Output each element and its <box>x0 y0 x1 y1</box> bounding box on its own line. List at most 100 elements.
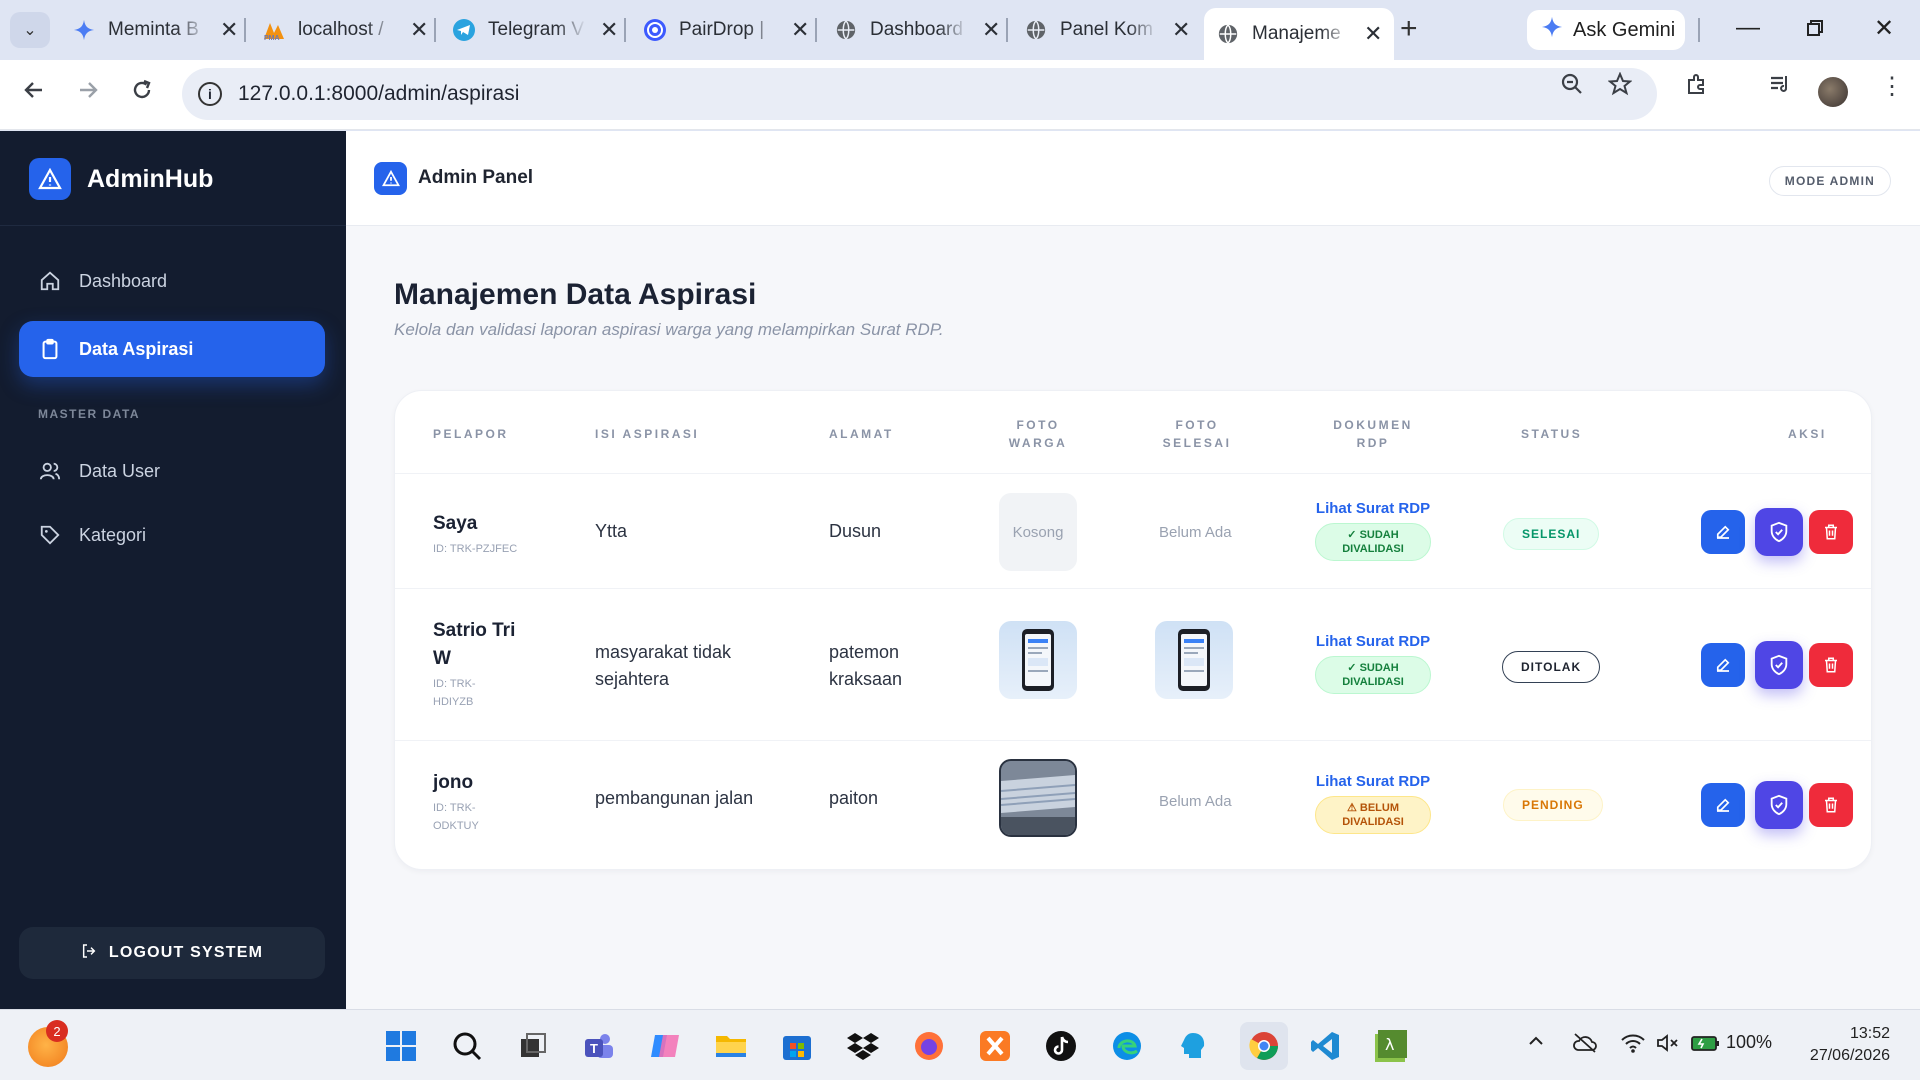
edit-button[interactable] <box>1701 643 1745 687</box>
browser-tab-active[interactable]: Manajeme ✕ <box>1204 8 1395 60</box>
aspirasi-table: PELAPOR ISI ASPIRASI ALAMAT FOTO WARGA F… <box>394 390 1872 870</box>
edit-button[interactable] <box>1701 510 1745 554</box>
browser-tab[interactable]: Telegram V ✕ <box>452 10 618 50</box>
pelapor-name: Saya <box>433 513 478 534</box>
brand[interactable]: AdminHub <box>29 158 213 200</box>
pelapor-id: ID: TRK- HDIYZB <box>433 675 515 711</box>
rdp-validation-line: DIVALIDASI <box>1342 543 1404 555</box>
close-window-icon[interactable]: ✕ <box>1874 14 1894 43</box>
zoom-icon[interactable] <box>1560 72 1584 103</box>
battery-icon[interactable] <box>1690 1032 1722 1059</box>
globe-icon <box>1024 18 1048 42</box>
edit-button[interactable] <box>1701 783 1745 827</box>
windows-start-icon[interactable] <box>382 1027 420 1065</box>
alamat-cell: paiton <box>829 788 879 808</box>
pelapor-id-line: ID: TRK- <box>433 678 476 690</box>
terminal-lambda-icon[interactable]: λ <box>1372 1027 1410 1065</box>
microsoft-store-icon[interactable] <box>778 1027 816 1065</box>
close-icon[interactable]: ✕ <box>410 17 428 43</box>
copilot-icon[interactable] <box>646 1027 684 1065</box>
extensions-icon[interactable] <box>1685 72 1709 103</box>
teams-icon[interactable]: T <box>580 1027 618 1065</box>
close-icon[interactable]: ✕ <box>220 17 238 43</box>
sidebar-item-label: Data User <box>79 460 161 481</box>
restore-icon[interactable] <box>1806 16 1824 44</box>
lihat-surat-rdp-link[interactable]: Lihat Surat RDP <box>1315 500 1431 517</box>
site-info-icon[interactable]: i <box>198 82 222 106</box>
lihat-surat-rdp-link[interactable]: Lihat Surat RDP <box>1315 773 1431 790</box>
browser-tab[interactable]: PMA localhost / ✕ <box>262 10 428 50</box>
file-explorer-icon[interactable] <box>712 1027 750 1065</box>
close-icon[interactable]: ✕ <box>1364 21 1382 47</box>
forward-icon[interactable] <box>76 78 100 109</box>
profile-avatar[interactable] <box>1818 77 1848 107</box>
minimize-icon[interactable]: — <box>1736 14 1760 42</box>
app-head-icon[interactable] <box>1174 1027 1212 1065</box>
bookmark-star-icon[interactable] <box>1607 71 1633 103</box>
system-clock[interactable]: 13:52 27/06/2026 <box>1810 1023 1890 1067</box>
speaker-muted-icon[interactable] <box>1656 1032 1682 1059</box>
alamat-line: kraksaan <box>829 669 903 689</box>
sidebar-item-data-user[interactable]: Data User <box>19 443 325 499</box>
dropbox-icon[interactable] <box>844 1027 882 1065</box>
browser-tab[interactable]: Dashboard ✕ <box>834 10 1000 50</box>
logout-button[interactable]: LOGOUT SYSTEM <box>19 927 325 979</box>
xampp-icon[interactable] <box>976 1027 1014 1065</box>
tab-search-button[interactable]: ⌄ <box>10 12 50 48</box>
clock-date: 27/06/2026 <box>1809 1047 1890 1064</box>
column-header-isi-aspirasi: ISI ASPIRASI <box>595 427 700 441</box>
sidebar-item-data-aspirasi[interactable]: Data Aspirasi <box>19 321 325 377</box>
shield-check-icon <box>1770 654 1788 676</box>
table-row: jono ID: TRK- ODKTUY pembangunan jalan p… <box>395 740 1871 869</box>
column-header-line: SELESAI <box>1162 436 1232 450</box>
browser-tab[interactable]: PairDrop | ✕ <box>643 10 809 50</box>
vscode-icon[interactable] <box>1306 1027 1344 1065</box>
wifi-icon[interactable] <box>1620 1032 1646 1059</box>
validate-button[interactable] <box>1755 641 1803 689</box>
pelapor-cell: Saya ID: TRK-PZJFEC <box>433 510 517 558</box>
shield-check-icon <box>1770 794 1788 816</box>
delete-button[interactable] <box>1809 783 1853 827</box>
browser-tab[interactable]: Meminta B ✕ <box>72 10 238 50</box>
delete-button[interactable] <box>1809 643 1853 687</box>
chrome-icon[interactable] <box>1240 1022 1288 1070</box>
clipboard-icon <box>39 338 61 360</box>
lihat-surat-rdp-link[interactable]: Lihat Surat RDP <box>1315 633 1431 650</box>
trash-icon <box>1825 797 1837 813</box>
delete-button[interactable] <box>1809 510 1853 554</box>
sidebar-item-kategori[interactable]: Kategori <box>19 507 325 563</box>
media-controls-icon[interactable] <box>1768 72 1792 103</box>
reload-icon[interactable] <box>130 78 154 109</box>
close-icon[interactable]: ✕ <box>1172 17 1190 43</box>
url-text[interactable]: 127.0.0.1:8000/admin/aspirasi <box>238 82 519 106</box>
new-tab-button[interactable]: + <box>1400 12 1418 46</box>
foto-selesai-thumbnail[interactable] <box>1155 621 1233 699</box>
firefox-icon[interactable] <box>910 1027 948 1065</box>
task-view-icon[interactable] <box>514 1027 552 1065</box>
rdp-validation-badge: ⚠ BELUM DIVALIDASI <box>1315 796 1431 834</box>
pelapor-name: Satrio Tri W <box>433 617 515 673</box>
tiktok-icon[interactable] <box>1042 1027 1080 1065</box>
close-icon[interactable]: ✕ <box>600 17 618 43</box>
column-header-aksi: AKSI <box>1788 427 1827 441</box>
address-bar[interactable]: i 127.0.0.1:8000/admin/aspirasi <box>182 68 1657 120</box>
foto-warga-thumbnail[interactable] <box>999 621 1077 699</box>
browser-tab[interactable]: Panel Kom ✕ <box>1024 10 1190 50</box>
foto-warga-thumbnail[interactable] <box>999 759 1077 837</box>
close-icon[interactable]: ✕ <box>791 17 809 43</box>
sidebar-item-dashboard[interactable]: Dashboard <box>19 253 325 309</box>
validate-button[interactable] <box>1755 508 1803 556</box>
validate-button[interactable] <box>1755 781 1803 829</box>
pelapor-id: ID: TRK- ODKTUY <box>433 799 479 835</box>
kebab-menu-icon[interactable]: ⋮ <box>1880 72 1904 101</box>
trash-icon <box>1825 657 1837 673</box>
ask-gemini-button[interactable]: Ask Gemini <box>1527 10 1685 50</box>
back-icon[interactable] <box>22 78 46 109</box>
close-icon[interactable]: ✕ <box>982 17 1000 43</box>
search-icon[interactable] <box>448 1027 486 1065</box>
globe-icon <box>834 18 858 42</box>
edge-icon[interactable] <box>1108 1027 1146 1065</box>
cloud-off-icon[interactable] <box>1572 1032 1598 1059</box>
rdp-validation-badge: ✓ SUDAH DIVALIDASI <box>1315 523 1431 561</box>
chevron-up-icon[interactable] <box>1527 1032 1545 1055</box>
